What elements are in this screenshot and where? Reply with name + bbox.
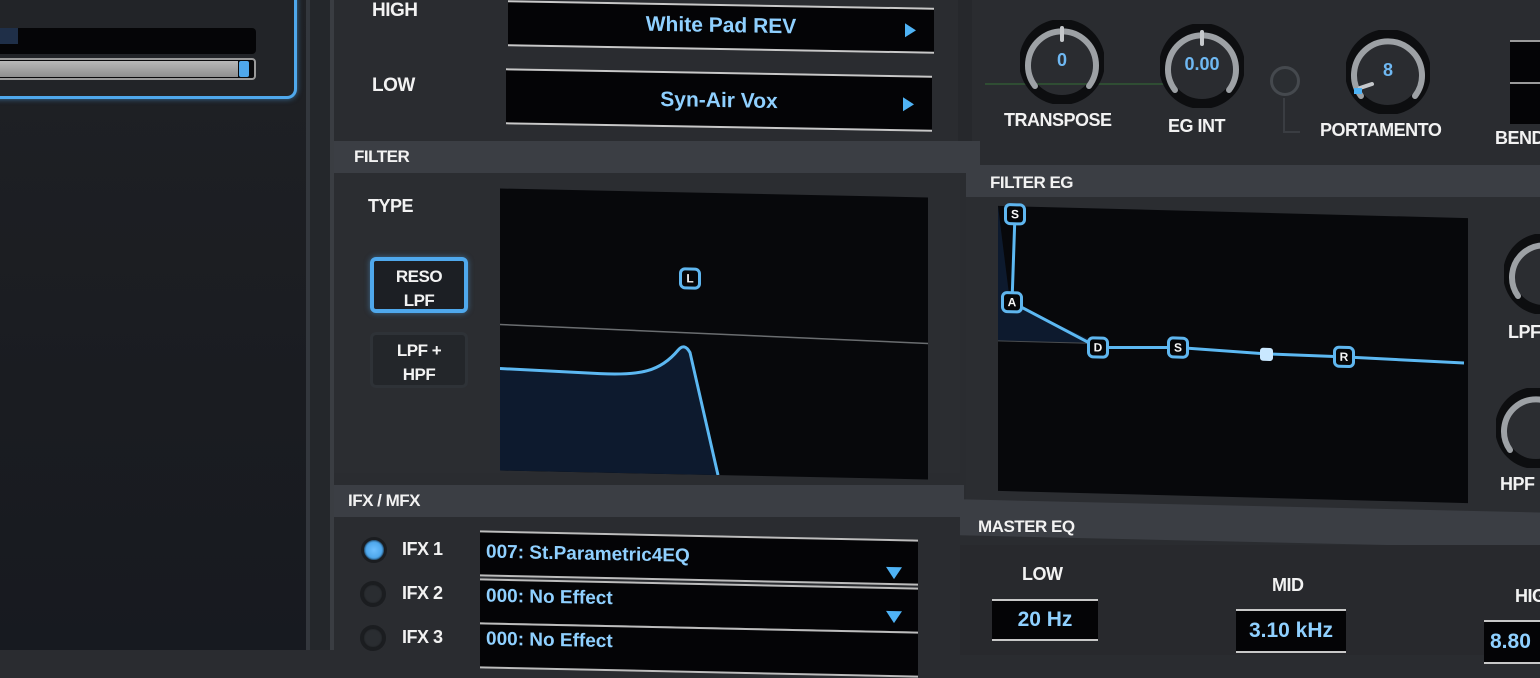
knob-value: 0.00 <box>1184 54 1220 74</box>
panel-gutter <box>310 0 332 650</box>
low-program-display[interactable]: Syn-Air Vox <box>506 68 932 132</box>
low-program-name: Syn-Air Vox <box>660 87 778 114</box>
fx-header: IFX / MFX <box>334 485 964 517</box>
ifx1-effect-value: 007: St.Parametric4EQ <box>486 541 690 567</box>
knob-value: 8 <box>1382 60 1393 80</box>
hpf-knob[interactable] <box>1496 388 1540 468</box>
zero-db-line <box>500 323 928 345</box>
eq-mid-value[interactable]: 3.10 kHz <box>1236 609 1346 653</box>
filter-curve <box>500 323 928 476</box>
filter-cutoff-node[interactable]: L <box>679 267 701 290</box>
button-label-line1: LPF + <box>396 341 442 360</box>
ifx2-effect-value: 000: No Effect <box>486 585 613 610</box>
eg-node-start[interactable]: S <box>1004 203 1026 226</box>
ifx1-label: IFX 1 <box>402 539 443 559</box>
button-label-line2: LPF <box>403 291 435 310</box>
dropdown-arrow-icon[interactable] <box>886 566 902 580</box>
filter-type-reso-lpf-button[interactable]: RESO LPF <box>370 257 468 313</box>
volume-slider-thumb[interactable] <box>239 61 249 77</box>
filter-type-label: TYPE <box>368 196 414 216</box>
envelope-curve <box>998 205 1465 365</box>
eg-node-decay[interactable]: D <box>1087 336 1109 359</box>
eq-low-label: LOW <box>1022 564 1063 584</box>
eq-low-value[interactable]: 20 Hz <box>992 599 1098 641</box>
knob-portamento[interactable]: 8 <box>1345 29 1431 119</box>
eg-node-slope[interactable] <box>1260 347 1273 362</box>
low-label: LOW <box>372 75 415 96</box>
ifx3-effect-value: 000: No Effect <box>486 628 613 653</box>
filter-eg-graph[interactable]: S A D S R <box>998 203 1468 504</box>
play-arrow-icon[interactable] <box>905 23 916 38</box>
filter-type-lpf-hpf-button[interactable]: LPF + HPF <box>370 332 468 388</box>
eg-node-attack[interactable]: A <box>1001 290 1023 314</box>
knob-label: TRANSPOSE <box>1004 110 1112 130</box>
eq-mid-label: MID <box>1272 575 1304 595</box>
level-meter-fill <box>0 28 18 44</box>
ifx2-label: IFX 2 <box>402 583 443 603</box>
high-program-name: White Pad REV <box>645 12 797 39</box>
button-label-line2: HPF <box>402 365 436 384</box>
portamento-switch[interactable] <box>1270 66 1300 96</box>
button-label-line1: RESO <box>395 267 443 286</box>
eq-high-value[interactable]: 8.80 <box>1484 620 1540 664</box>
bend-label: BEND <box>1495 128 1540 148</box>
filter-eg-header: FILTER EG <box>990 173 1074 192</box>
hpf-knob-label: HPF <box>1500 474 1535 494</box>
filter-response-graph[interactable]: L <box>500 188 928 480</box>
switch-connector-line <box>1283 98 1300 133</box>
filter-header: FILTER <box>334 141 980 173</box>
ifx3-effect-select[interactable]: 000: No Effect <box>480 622 918 678</box>
ifx1-radio[interactable] <box>361 537 387 563</box>
high-program-display[interactable]: White Pad REV <box>508 0 934 54</box>
ifx1-effect-select[interactable]: 007: St.Parametric4EQ <box>480 530 918 586</box>
play-arrow-icon[interactable] <box>903 97 914 112</box>
bend-display[interactable] <box>1510 40 1540 124</box>
ifx3-radio[interactable] <box>360 625 386 651</box>
filter-curve-fill <box>500 346 718 476</box>
master-eq-header: MASTER EQ <box>978 517 1075 536</box>
ifx3-label: IFX 3 <box>402 627 443 647</box>
eg-node-sustain[interactable]: S <box>1167 336 1189 359</box>
knob-transpose[interactable]: 0 <box>1019 19 1105 109</box>
high-label: HIGH <box>372 0 418 21</box>
lpf-knob-label: LPF <box>1508 322 1540 342</box>
knob-label: PORTAMENTO <box>1320 120 1442 140</box>
eq-high-label: HIGH <box>1515 586 1540 606</box>
ifx2-radio[interactable] <box>360 581 386 607</box>
knob-value: 0 <box>1056 50 1067 70</box>
dropdown-arrow-icon[interactable] <box>886 610 902 624</box>
level-meter <box>0 28 256 54</box>
knob-label: EG INT <box>1168 116 1226 136</box>
lpf-knob[interactable] <box>1504 234 1540 314</box>
knob-eg-int[interactable]: 0.00 <box>1159 23 1245 113</box>
bend-divider <box>1510 82 1540 84</box>
volume-slider-fill <box>0 61 238 77</box>
eg-node-release[interactable]: R <box>1333 345 1355 369</box>
